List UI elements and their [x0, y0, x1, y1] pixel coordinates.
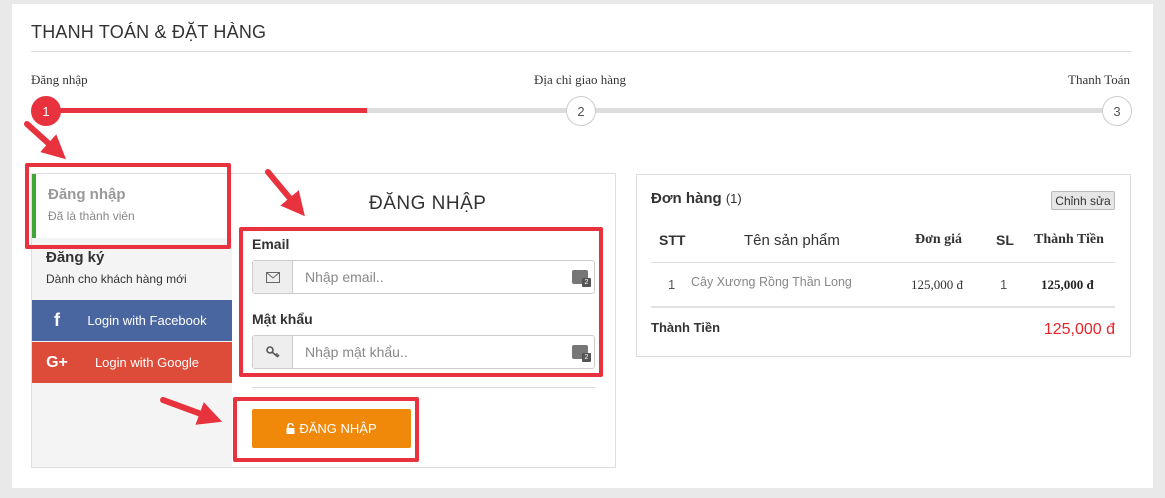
order-total-label: Thành Tiền — [651, 320, 721, 335]
sidebar-register-title: Đăng ký — [46, 249, 105, 266]
facebook-icon: f — [54, 310, 60, 330]
row-price: 125,000 đ — [911, 277, 963, 292]
google-plus-icon: G+ — [46, 353, 68, 371]
row-stt: 1 — [668, 277, 676, 292]
col-header-name: Tên sản phẩm — [744, 232, 840, 249]
highlight-box-sidebar-login — [25, 163, 231, 249]
order-total-value: 125,000 đ — [1043, 321, 1115, 338]
row-total: 125,000 đ — [1041, 277, 1094, 292]
sidebar-register-subtitle: Dành cho khách hàng mới — [46, 272, 187, 286]
step-label-login: Đăng nhập — [31, 72, 88, 87]
title-divider — [31, 51, 1131, 52]
facebook-login-button[interactable]: f Login with Facebook — [32, 300, 232, 341]
form-divider — [252, 387, 595, 388]
row-product-name[interactable]: Cây Xương Rồng Thần Long — [691, 275, 852, 289]
step-1-circle[interactable]: 1 — [31, 96, 61, 126]
col-header-price: Đơn giá — [915, 232, 963, 247]
highlight-box-form-fields — [239, 227, 603, 377]
col-header-stt: STT — [659, 232, 686, 248]
order-title: Đơn hàng (1) — [651, 190, 742, 207]
login-form-title: ĐĂNG NHẬP — [369, 193, 487, 214]
col-header-qty: SL — [996, 232, 1014, 248]
step-label-address: Địa chỉ giao hàng — [534, 72, 627, 87]
table-divider — [651, 262, 1115, 263]
step-3-circle[interactable]: 3 — [1102, 96, 1132, 126]
highlight-box-login-button — [233, 397, 419, 462]
google-login-button[interactable]: G+ Login with Google — [32, 342, 232, 383]
progress-fill — [46, 108, 367, 113]
row-qty: 1 — [1000, 277, 1008, 292]
page-title: THANH TOÁN & ĐẶT HÀNG — [31, 22, 267, 42]
google-login-label: Login with Google — [94, 355, 200, 370]
step-2-circle[interactable]: 2 — [566, 96, 596, 126]
total-divider — [651, 306, 1115, 308]
order-count: (1) — [725, 191, 742, 206]
col-header-total: Thành Tiền — [1034, 232, 1104, 247]
edit-order-button[interactable]: Chỉnh sửa — [1051, 191, 1115, 210]
facebook-login-label: Login with Facebook — [87, 313, 207, 328]
order-summary: Đơn hàng (1) Chỉnh sửa STT Tên sản phẩm … — [636, 174, 1131, 357]
step-label-payment: Thanh Toán — [1068, 72, 1131, 87]
